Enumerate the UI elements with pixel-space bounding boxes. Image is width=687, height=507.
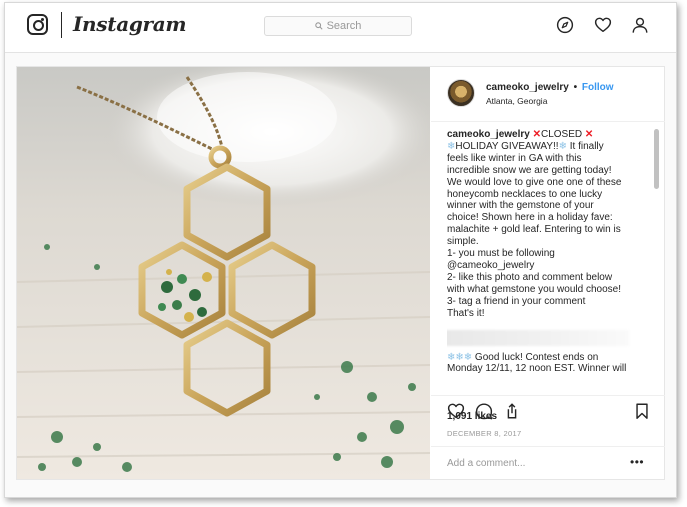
- caption-line: winner with the gemstone of your: [447, 200, 594, 212]
- post-sidebar: cameoko_jewelry • Follow Atlanta, Georgi…: [431, 67, 665, 479]
- post-location[interactable]: Atlanta, Georgia: [486, 96, 547, 106]
- caption-line: We would love to give one one of these: [447, 176, 622, 188]
- caption-line: Monday 12/11, 12 noon EST. Winner will: [447, 363, 627, 375]
- caption-username[interactable]: cameoko_jewelry: [447, 129, 530, 140]
- caption-text: Good luck! Contest ends on: [474, 351, 599, 363]
- more-options-icon[interactable]: •••: [630, 455, 644, 469]
- post-caption: cameoko_jewelry ✕CLOSED ✕ ❄HOLIDAY GIVEA…: [447, 129, 651, 394]
- post-photo[interactable]: [17, 67, 430, 479]
- logo-divider: [61, 12, 62, 38]
- instagram-wordmark[interactable]: Instagram: [73, 12, 187, 36]
- instagram-glyph-icon[interactable]: [27, 14, 48, 35]
- post-header: cameoko_jewelry • Follow Atlanta, Georgi…: [431, 67, 665, 122]
- comment-box: •••: [431, 446, 665, 479]
- profile-icon[interactable]: [631, 16, 649, 34]
- post-date[interactable]: DECEMBER 8, 2017: [447, 429, 521, 438]
- browser-window: Instagram Search cameoko_jewelry • Follo…: [4, 2, 677, 498]
- caption-line: feels like winter in GA with this: [447, 152, 582, 164]
- caption-line-1: cameoko_jewelry ✕CLOSED ✕: [447, 129, 651, 141]
- compass-icon[interactable]: [556, 16, 574, 34]
- caption-line: 1- you must be following: [447, 248, 555, 260]
- caption-line: honeycomb necklaces to one lucky: [447, 188, 603, 200]
- comment-input[interactable]: [447, 456, 607, 470]
- giveaway-label: HOLIDAY GIVEAWAY!!: [455, 140, 559, 152]
- caption-line: simple.: [447, 236, 479, 248]
- search-placeholder: Search: [326, 20, 362, 32]
- share-icon[interactable]: [503, 402, 521, 420]
- caption-mention[interactable]: @cameoko_jewelry: [447, 260, 651, 272]
- likes-count[interactable]: 1,091 likes: [447, 411, 497, 422]
- search-input[interactable]: Search: [264, 16, 412, 36]
- avatar[interactable]: [447, 79, 475, 107]
- bookmark-icon[interactable]: [633, 402, 651, 420]
- heart-icon[interactable]: [594, 16, 612, 34]
- snowflake-icon: ❄❄❄: [447, 351, 473, 363]
- caption-line-2: ❄HOLIDAY GIVEAWAY!!❄ It finally: [447, 141, 651, 153]
- post-author-row: cameoko_jewelry • Follow: [486, 82, 614, 93]
- caption-line: 2- like this photo and comment below: [447, 271, 613, 283]
- honeycomb-necklace-image: [17, 67, 430, 479]
- blurred-text: [447, 329, 629, 346]
- caption-line: choice! Shown here in a holiday fave:: [447, 212, 613, 224]
- caption-line: with what gemstone you would choose!: [447, 283, 621, 295]
- caption-line: 3- tag a friend in your comment: [447, 295, 586, 307]
- caption-line: ❄❄❄ Good luck! Contest ends on: [447, 352, 651, 364]
- caption-gap: [447, 320, 651, 330]
- caption-line: incredible snow we are getting today!: [447, 164, 612, 176]
- caption-scrollbar[interactable]: [653, 127, 659, 395]
- post-username[interactable]: cameoko_jewelry: [486, 82, 569, 93]
- caption-line: That's it!: [447, 307, 485, 319]
- closed-label: CLOSED: [541, 129, 583, 140]
- separator-dot: •: [573, 82, 578, 93]
- cross-mark-icon: ✕: [584, 129, 594, 140]
- post-card: cameoko_jewelry • Follow Atlanta, Georgi…: [16, 66, 665, 480]
- top-nav: Instagram Search: [5, 3, 676, 53]
- search-icon: [314, 22, 323, 30]
- caption-text: It finally: [569, 140, 604, 152]
- snowflake-icon: ❄: [558, 140, 567, 152]
- follow-button[interactable]: Follow: [582, 82, 614, 93]
- scrollbar-thumb[interactable]: [654, 129, 659, 189]
- cross-mark-icon: ✕: [532, 129, 541, 140]
- caption-line: malachite + gold leaf. Entering to win i…: [447, 224, 621, 236]
